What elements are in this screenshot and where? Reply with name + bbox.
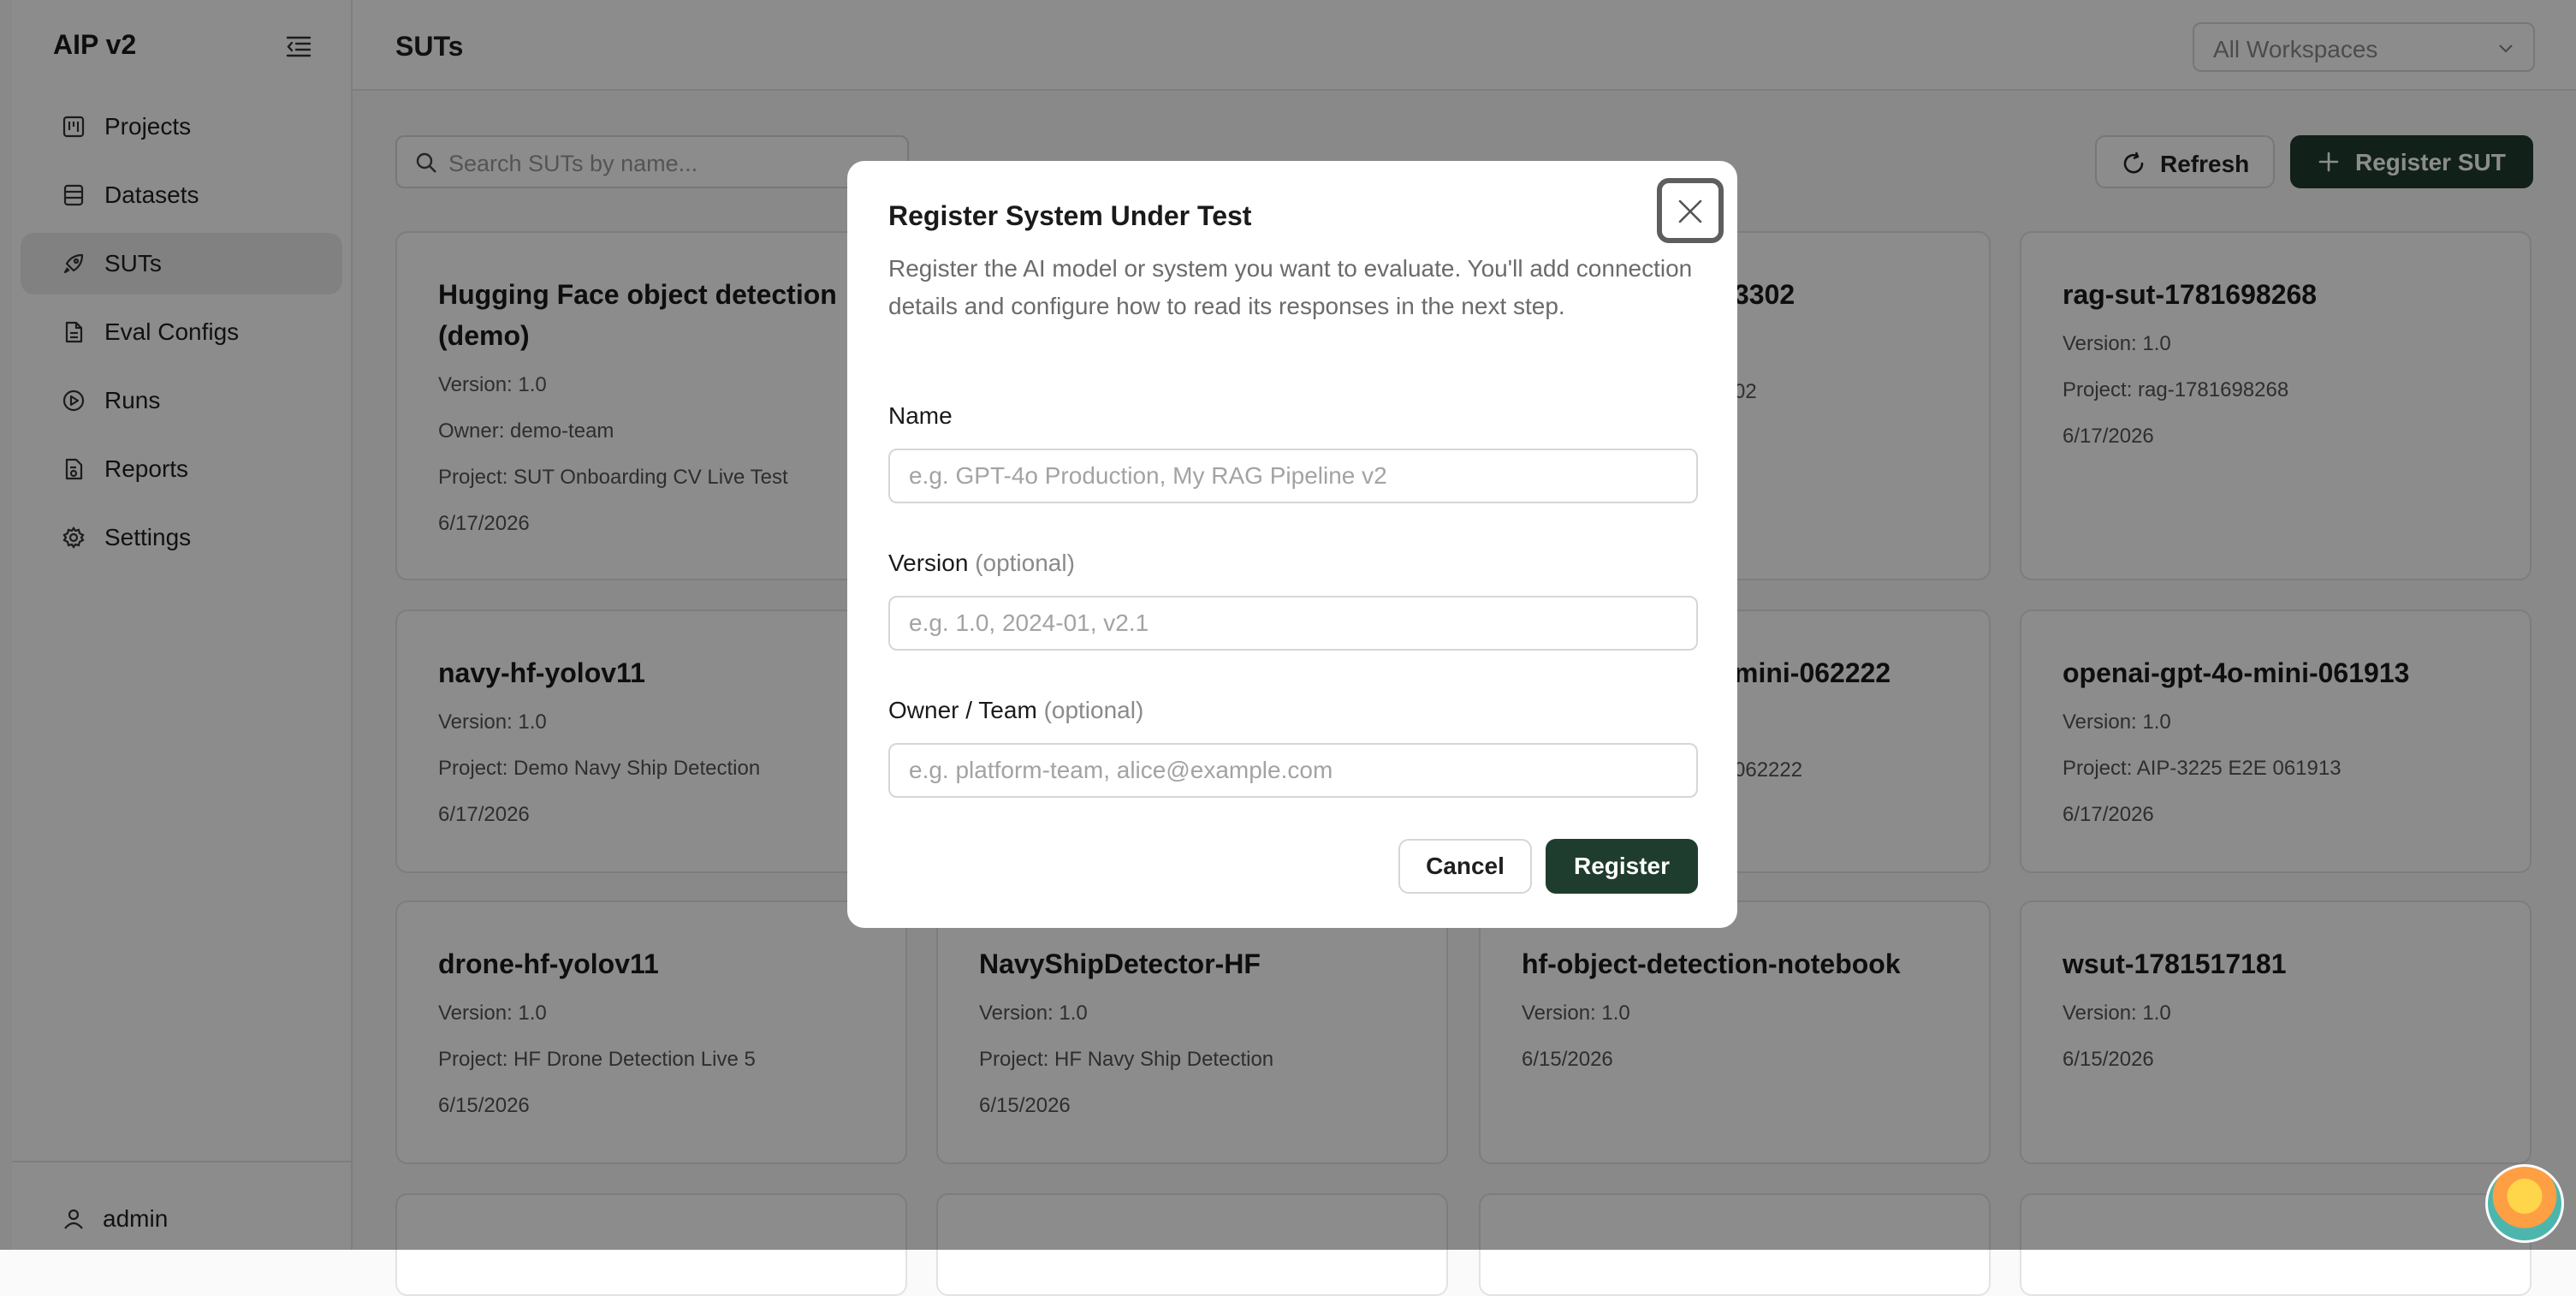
name-field[interactable] [888,449,1698,503]
version-label-text: Version [888,550,969,576]
close-icon [1678,199,1702,223]
close-button[interactable] [1657,178,1724,243]
register-sut-dialog: Register System Under Test Register the … [847,161,1737,928]
version-label: Version (optional) [888,550,1075,577]
name-label-text: Name [888,402,953,429]
version-optional-hint: (optional) [975,550,1075,576]
register-button[interactable]: Register [1546,839,1698,894]
dialog-description: Register the AI model or system you want… [888,255,1693,319]
owner-label-text: Owner / Team [888,697,1037,723]
dialog-title: Register System Under Test [888,200,1252,231]
name-label: Name [888,402,953,430]
owner-label: Owner / Team (optional) [888,697,1143,724]
owner-field[interactable] [888,743,1698,798]
assistant-avatar[interactable] [2485,1164,2564,1243]
version-field[interactable] [888,596,1698,651]
cancel-button[interactable]: Cancel [1398,839,1532,894]
owner-optional-hint: (optional) [1043,697,1144,723]
